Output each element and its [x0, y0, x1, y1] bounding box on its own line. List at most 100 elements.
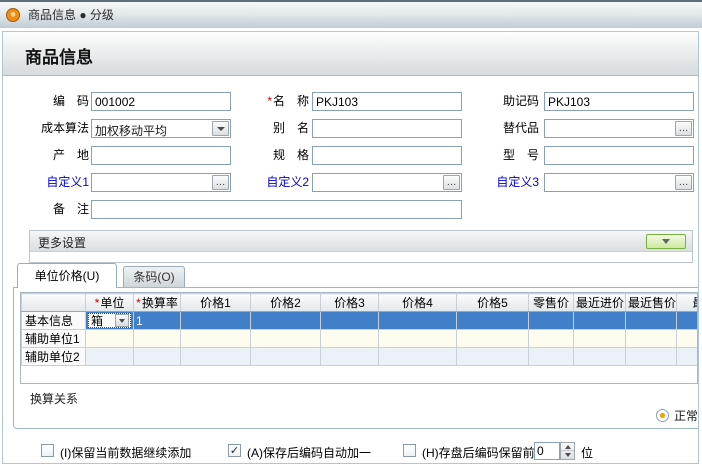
col-last-purchase[interactable]: 最近进价 — [573, 293, 626, 312]
col-price2[interactable]: 价格2 — [250, 293, 321, 312]
grid-cell[interactable] — [456, 347, 529, 366]
grid-cell[interactable] — [320, 347, 379, 366]
grid-cell[interactable] — [528, 329, 574, 348]
title-bar: 商品信息 — [3, 32, 698, 76]
grid-cell[interactable] — [133, 347, 181, 366]
col-rate[interactable]: *换算率 — [133, 293, 181, 312]
col-rowheader — [21, 293, 86, 312]
ellipsis-button[interactable]: … — [675, 175, 692, 190]
col-retail[interactable]: 零售价 — [528, 293, 574, 312]
grid-cell[interactable] — [378, 311, 457, 330]
grid-cell[interactable] — [250, 329, 321, 348]
col-unit[interactable]: *单位 — [85, 293, 134, 312]
expand-button[interactable] — [646, 234, 686, 249]
grid-row-basic[interactable]: 基本信息 箱 1 — [21, 311, 697, 330]
spinner-down-icon[interactable] — [561, 451, 574, 459]
row-label: 辅助单位1 — [21, 329, 86, 348]
spec-label: 规 格 — [272, 148, 309, 162]
col-price4[interactable]: 价格4 — [378, 293, 457, 312]
substitute-field[interactable]: … — [544, 119, 694, 138]
grid-cell[interactable] — [378, 329, 457, 348]
grid-cell[interactable] — [250, 311, 321, 330]
grid-cell[interactable] — [573, 329, 626, 348]
spec-input[interactable] — [312, 146, 462, 165]
cost-method-select[interactable]: 加权移动平均 — [91, 119, 231, 138]
digits-input[interactable] — [534, 442, 560, 460]
grid-row-aux1[interactable]: 辅助单位1 — [21, 329, 697, 348]
origin-label: 产 地 — [52, 148, 89, 162]
remark-input[interactable] — [91, 200, 462, 219]
tab-unit-price[interactable]: 单位价格(U) — [17, 263, 117, 288]
ellipsis-button[interactable]: … — [212, 175, 229, 190]
remark-label: 备 注 — [52, 202, 89, 216]
grid-cell[interactable] — [85, 347, 134, 366]
more-settings-bar[interactable]: 更多设置 — [30, 231, 692, 252]
grid-cell[interactable] — [528, 311, 574, 330]
auto-increment-label: (A)保存后编码自动加一 — [247, 446, 371, 460]
grid-cell[interactable] — [456, 311, 529, 330]
dropdown-arrow-icon[interactable] — [115, 314, 129, 327]
tab-barcode[interactable]: 条码(O) — [123, 266, 185, 288]
top-tab-strip: 商品信息 ● 分级 — [0, 0, 702, 28]
dropdown-arrow-icon[interactable] — [212, 121, 229, 136]
code-label: 编 码 — [52, 94, 89, 108]
ellipsis-button[interactable]: … — [675, 121, 692, 136]
custom2-label: 自定义2 — [266, 175, 309, 189]
mnemonic-input[interactable] — [544, 92, 694, 111]
origin-input[interactable] — [91, 146, 231, 165]
row-label: 辅助单位2 — [21, 347, 86, 366]
unit-value: 箱 — [91, 314, 104, 328]
required-star: * — [267, 94, 272, 108]
rate-cell[interactable]: 1 — [133, 311, 181, 330]
name-label: *名 称 — [267, 94, 309, 108]
alias-input[interactable] — [312, 119, 462, 138]
custom2-field[interactable]: … — [312, 173, 462, 192]
grid-cell[interactable] — [573, 311, 626, 330]
grid-cell[interactable] — [625, 347, 677, 366]
col-price5[interactable]: 价格5 — [456, 293, 529, 312]
grid-cell[interactable] — [456, 329, 529, 348]
ellipsis-button[interactable]: … — [443, 175, 460, 190]
col-last-sale[interactable]: 最近售价 — [625, 293, 677, 312]
code-input[interactable] — [91, 92, 231, 111]
keep-prefix-checkbox[interactable] — [403, 444, 416, 457]
grid-cell[interactable] — [573, 347, 626, 366]
unit-cell[interactable]: 箱 — [85, 311, 134, 330]
custom1-label: 自定义1 — [46, 175, 89, 189]
grid-cell[interactable] — [625, 311, 677, 330]
grid-cell[interactable] — [378, 347, 457, 366]
grid-cell[interactable] — [85, 329, 134, 348]
custom1-field[interactable]: … — [91, 173, 231, 192]
grid-cell[interactable] — [320, 329, 379, 348]
grid-cell[interactable] — [528, 347, 574, 366]
col-price3[interactable]: 价格3 — [320, 293, 379, 312]
grid-cell[interactable] — [180, 347, 251, 366]
status-normal-radio-group[interactable]: 正常 — [655, 407, 698, 424]
grid-cell[interactable] — [676, 311, 697, 330]
grid-cell[interactable] — [133, 329, 181, 348]
grid-cell[interactable] — [676, 329, 697, 348]
custom3-field[interactable]: … — [544, 173, 694, 192]
col-price1[interactable]: 价格1 — [180, 293, 251, 312]
grid-cell[interactable] — [180, 329, 251, 348]
alias-label: 别 名 — [272, 121, 309, 135]
keep-data-checkbox[interactable] — [41, 444, 54, 457]
spinner-up-icon[interactable] — [561, 443, 574, 451]
model-input[interactable] — [544, 146, 694, 165]
grid-row-aux2[interactable]: 辅助单位2 — [21, 347, 697, 366]
grid-cell[interactable] — [676, 347, 697, 366]
grid-cell[interactable] — [180, 311, 251, 330]
more-settings-label: 更多设置 — [38, 236, 87, 250]
grid-cell[interactable] — [250, 347, 321, 366]
auto-increment-checkbox[interactable]: ✓ — [228, 444, 241, 457]
name-input[interactable] — [312, 92, 462, 111]
radio-selected-icon[interactable] — [655, 409, 669, 422]
unit-dropdown[interactable]: 箱 — [88, 313, 131, 328]
grid-cell[interactable] — [320, 311, 379, 330]
substitute-label: 替代品 — [502, 121, 539, 135]
grid-cell[interactable] — [625, 329, 677, 348]
top-tab-title[interactable]: 商品信息 ● 分级 — [28, 6, 114, 23]
chevron-down-icon — [662, 239, 670, 244]
digits-spinner[interactable] — [560, 442, 575, 460]
col-lowest-sale[interactable]: 最低售价 — [676, 293, 697, 312]
